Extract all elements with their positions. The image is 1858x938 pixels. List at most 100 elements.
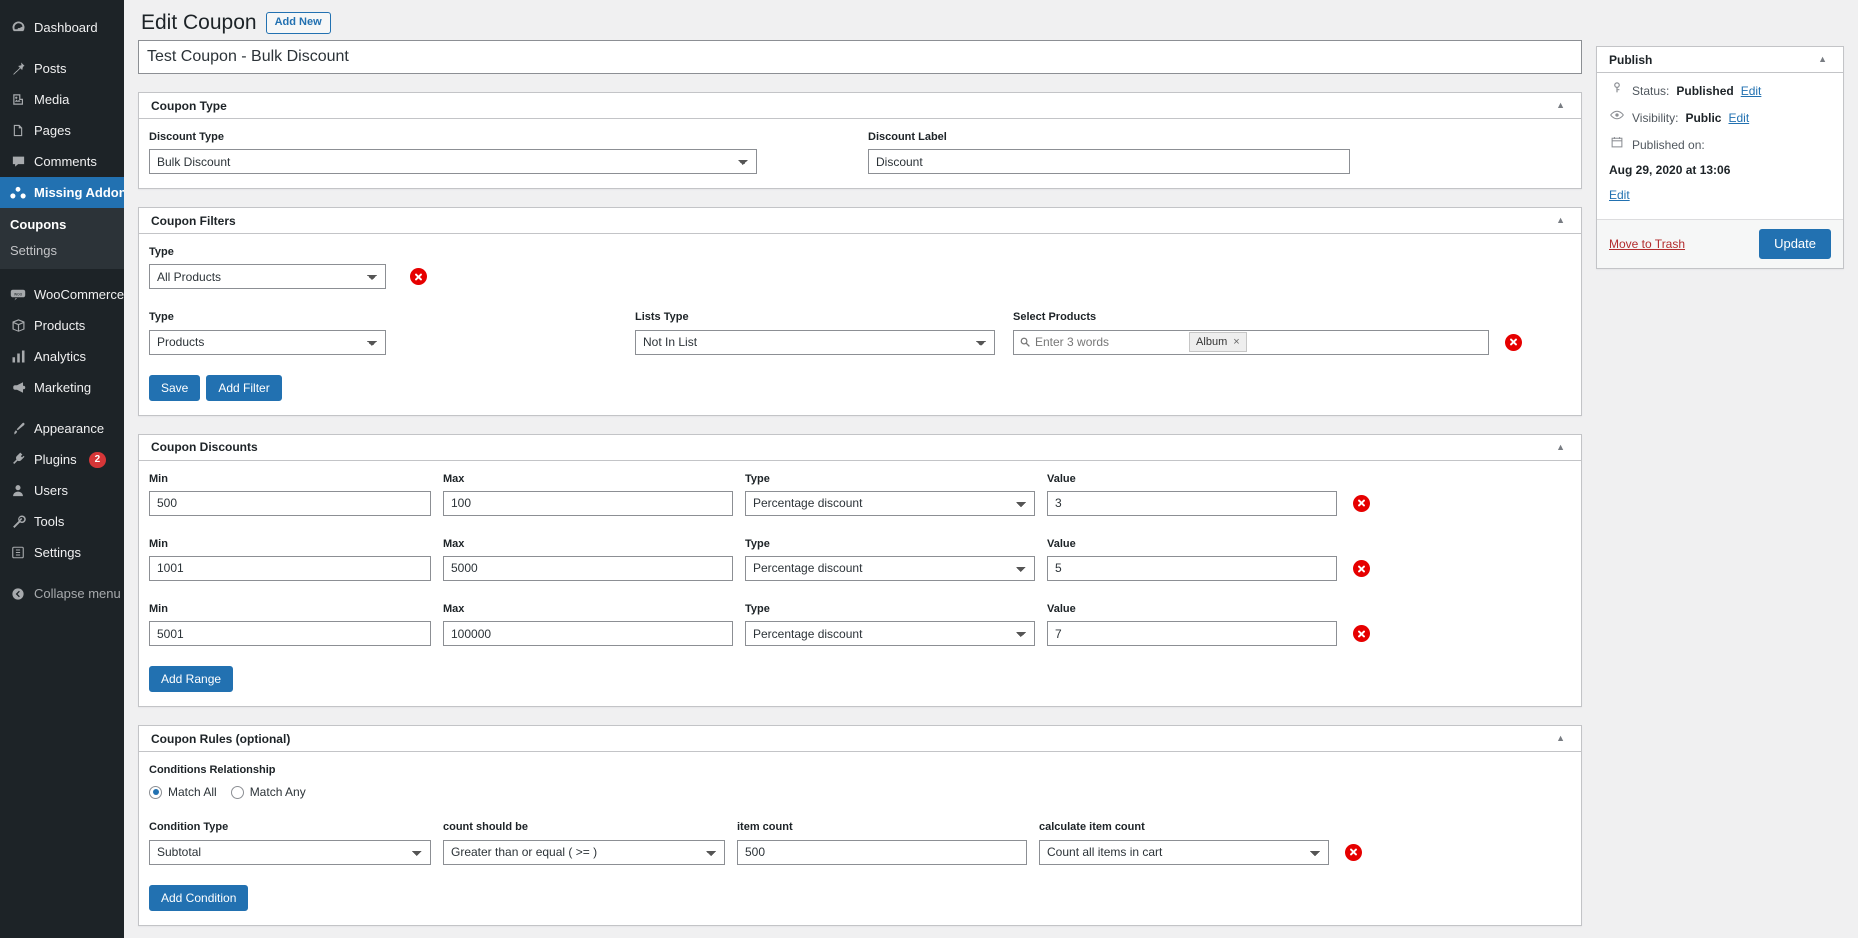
coupon-type-panel-header[interactable]: Coupon Type ▲ — [139, 93, 1581, 119]
publish-panel-header[interactable]: Publish ▲ — [1597, 47, 1843, 73]
add-new-button[interactable]: Add New — [265, 11, 331, 35]
key-icon — [1609, 82, 1625, 94]
sidebar-item-dashboard[interactable]: Dashboard — [0, 12, 124, 43]
add-range-button[interactable]: Add Range — [149, 666, 234, 693]
addons-icon — [10, 185, 26, 201]
match-any-label: Match Any — [249, 785, 306, 800]
submenu-item-settings[interactable]: Settings — [0, 238, 124, 264]
sidebar-item-collapse-menu[interactable]: Collapse menu — [0, 578, 124, 609]
panel-title: Coupon Discounts — [151, 440, 258, 455]
add-filter-button[interactable]: Add Filter — [206, 374, 282, 401]
count-should-be-select[interactable]: Greater than or equal ( >= ) — [443, 839, 725, 865]
edit-published-link[interactable]: Edit — [1609, 186, 1831, 204]
item-count-input[interactable] — [737, 839, 1027, 865]
discount-value-input[interactable] — [1047, 621, 1337, 647]
sidebar-item-comments[interactable]: Comments — [0, 146, 124, 177]
sidebar-item-tools[interactable]: Tools — [0, 506, 124, 537]
coupon-filters-panel-header[interactable]: Coupon Filters ▲ — [139, 208, 1581, 235]
wp-admin-screen: Dashboard Posts Media Pages Comments Missing … — [0, 0, 1858, 938]
collapse-toggle-icon[interactable]: ▲ — [1552, 212, 1569, 229]
sidebar-item-label: Posts — [34, 61, 67, 76]
sidebar-item-media[interactable]: Media — [0, 84, 124, 115]
discount-min-input[interactable] — [149, 490, 431, 516]
collapse-toggle-icon[interactable]: ▲ — [1814, 51, 1831, 68]
update-button[interactable]: Update — [1759, 229, 1831, 259]
discount-min-cell: Min — [149, 603, 431, 647]
sidebar-item-missing-addons[interactable]: Missing Addons — [0, 177, 134, 208]
remove-condition-button[interactable] — [1345, 843, 1362, 861]
sidebar-item-marketing[interactable]: Marketing — [0, 372, 124, 403]
discount-range-row: Min Max Type Percentage discount Value — [149, 538, 1571, 581]
edit-visibility-link[interactable]: Edit — [1728, 109, 1749, 127]
remove-filter2-button[interactable] — [1505, 333, 1522, 351]
remove-discount-range-button[interactable] — [1353, 559, 1370, 577]
discount-max-input[interactable] — [443, 555, 733, 581]
coupon-discounts-panel: Coupon Discounts ▲ Min Max Type Percentage … — [138, 433, 1582, 708]
sidebar-item-plugins[interactable]: Plugins 2 — [0, 444, 124, 475]
coupon-title-input[interactable] — [138, 40, 1582, 74]
filter2-type-select[interactable]: Products — [149, 329, 386, 355]
publish-status-line: Status: Published Edit — [1609, 82, 1831, 100]
condition-type-select[interactable]: Subtotal — [149, 839, 431, 865]
select-products-search: Enter 3 words — [1020, 335, 1109, 349]
edit-status-link[interactable]: Edit — [1741, 82, 1762, 100]
discount-type-select[interactable]: Percentage discount — [745, 555, 1035, 581]
coupon-type-panel-body: Discount Type Bulk Discount Discount Lab… — [139, 119, 1581, 188]
coupon-rules-panel-header[interactable]: Coupon Rules (optional) ▲ — [139, 726, 1581, 753]
collapse-toggle-icon[interactable]: ▲ — [1552, 439, 1569, 456]
sidebar-item-settings[interactable]: Settings — [0, 537, 124, 568]
submenu-item-coupons[interactable]: Coupons — [0, 212, 124, 238]
match-all-radio-option[interactable]: Match All — [149, 785, 217, 799]
remove-discount-range-button[interactable] — [1353, 625, 1370, 643]
collapse-toggle-icon[interactable]: ▲ — [1552, 97, 1569, 114]
save-filters-button[interactable]: Save — [149, 374, 201, 401]
discount-label-input[interactable] — [868, 149, 1350, 175]
admin-bar-stub — [0, 0, 124, 6]
discount-max-input[interactable] — [443, 621, 733, 647]
add-condition-button[interactable]: Add Condition — [149, 884, 249, 911]
match-all-label: Match All — [168, 785, 217, 800]
discount-type-select[interactable]: Percentage discount — [745, 621, 1035, 647]
calculate-item-count-select[interactable]: Count all items in cart — [1039, 839, 1329, 865]
sidebar-item-label: Pages — [34, 123, 71, 138]
coupon-discounts-panel-header[interactable]: Coupon Discounts ▲ — [139, 435, 1581, 461]
discount-type-select[interactable]: Bulk Discount — [149, 149, 757, 175]
sidebar-item-woocommerce[interactable]: woo WooCommerce — [0, 279, 124, 310]
item-count-cell: item count — [737, 821, 1027, 865]
discount-actions: Add Range — [149, 666, 1571, 693]
discount-value-input[interactable] — [1047, 555, 1337, 581]
collapse-toggle-icon[interactable]: ▲ — [1552, 730, 1569, 747]
megaphone-icon — [10, 380, 26, 396]
match-any-radio[interactable] — [230, 785, 244, 799]
discount-value-cell: Value — [1047, 603, 1337, 647]
sidebar-item-label: Analytics — [34, 349, 87, 364]
product-token[interactable]: Album × — [1189, 331, 1247, 353]
sidebar-item-label: WooCommerce — [34, 287, 125, 302]
side-column: Publish ▲ Status: Published Edit Visibil… — [1596, 40, 1844, 269]
select-products-cell: Select Products Enter 3 words Album × — [1013, 311, 1489, 355]
remove-discount-range-button[interactable] — [1353, 494, 1370, 512]
sidebar-item-pages[interactable]: Pages — [0, 115, 124, 146]
lists-type-select[interactable]: Not In List — [635, 329, 995, 355]
sidebar-item-users[interactable]: Users — [0, 475, 124, 506]
panel-title: Coupon Filters — [151, 213, 236, 228]
discount-max-input[interactable] — [443, 490, 733, 516]
remove-token-icon[interactable]: × — [1233, 334, 1239, 351]
match-all-radio[interactable] — [149, 785, 162, 799]
published-prefix: Published on: — [1632, 138, 1705, 152]
remove-filter1-button[interactable] — [410, 268, 427, 286]
plug-icon — [10, 452, 26, 468]
match-any-radio-option[interactable]: Match Any — [230, 785, 306, 800]
sidebar-item-appearance[interactable]: Appearance — [0, 413, 124, 444]
filter1-type-select[interactable]: All Products — [149, 264, 386, 290]
discount-min-input[interactable] — [149, 555, 431, 581]
discount-min-input[interactable] — [149, 621, 431, 647]
sidebar-item-products[interactable]: Products — [0, 310, 124, 341]
discount-value-input[interactable] — [1047, 490, 1337, 516]
coupon-rules-panel-body: Conditions Relationship Match All Match … — [139, 752, 1581, 924]
sidebar-item-posts[interactable]: Posts — [0, 53, 124, 84]
discount-type-select[interactable]: Percentage discount — [745, 490, 1035, 516]
move-to-trash-link[interactable]: Move to Trash — [1609, 237, 1685, 251]
select-products-tokenfield[interactable]: Enter 3 words Album × — [1013, 329, 1489, 355]
sidebar-item-analytics[interactable]: Analytics — [0, 341, 124, 372]
